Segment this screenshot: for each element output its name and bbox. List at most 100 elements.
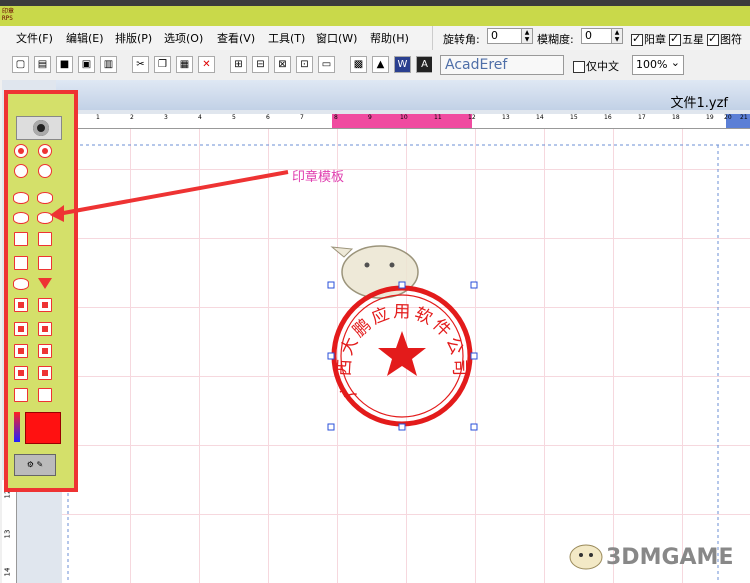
preview-icon[interactable]: ▣ bbox=[78, 56, 95, 73]
ruler-label: 18 bbox=[672, 114, 680, 121]
align-right-icon[interactable]: ⊠ bbox=[274, 56, 291, 73]
menu-layout[interactable]: 排版(P) bbox=[115, 30, 152, 46]
options-bar: 旋转角: 0 ▲▼ 模糊度: 0 ▲▼ 阳章 五星 图符 bbox=[432, 26, 750, 50]
menu-edit[interactable]: 编辑(E) bbox=[66, 30, 104, 46]
square-seal-template-icon[interactable] bbox=[38, 256, 52, 270]
square-seal-template-icon[interactable] bbox=[38, 298, 52, 312]
square-seal-template-icon[interactable] bbox=[14, 256, 28, 270]
tufu-label: 图符 bbox=[720, 33, 742, 46]
word-icon[interactable]: W bbox=[394, 56, 411, 73]
ruler-label: 11 bbox=[434, 114, 442, 121]
print-icon[interactable]: ▥ bbox=[100, 56, 117, 73]
oval-seal-template-icon[interactable] bbox=[37, 212, 53, 224]
selection-handle[interactable] bbox=[470, 281, 478, 289]
ruler-label: 10 bbox=[400, 114, 408, 121]
checkbox-checked-icon bbox=[707, 32, 719, 46]
round-seal-template-icon[interactable] bbox=[38, 164, 52, 178]
grid-seal-template-icon[interactable] bbox=[14, 232, 28, 246]
square-seal-template-icon[interactable] bbox=[14, 322, 28, 336]
delete-icon[interactable]: ✕ bbox=[198, 56, 215, 73]
ruler-label: 5 bbox=[232, 114, 236, 121]
document-tab[interactable]: 文件1.yzf bbox=[56, 80, 750, 111]
square-seal-template-icon[interactable] bbox=[38, 366, 52, 380]
star-icon bbox=[378, 331, 426, 376]
ruler-label: 14 bbox=[536, 114, 544, 121]
selection-handle[interactable] bbox=[470, 352, 478, 360]
ruler-label: 16 bbox=[604, 114, 612, 121]
oval-seal-template-icon[interactable] bbox=[37, 192, 53, 204]
square-seal-template-icon[interactable] bbox=[14, 366, 28, 380]
blur-label: 模糊度: bbox=[537, 33, 574, 46]
misc-tools-icon[interactable]: ⚙ ✎ bbox=[14, 454, 56, 476]
grid-seal-template-icon[interactable] bbox=[38, 232, 52, 246]
spin-arrows-icon[interactable]: ▲ ▼ bbox=[611, 29, 622, 43]
annotation-label: 印章模板 bbox=[292, 170, 345, 185]
rect-seal-template-icon[interactable] bbox=[14, 388, 28, 402]
spin-arrows-icon[interactable]: ▲ ▼ bbox=[521, 29, 532, 43]
round-seal-template-icon[interactable] bbox=[14, 144, 28, 158]
blur-spinner[interactable]: 0 ▲ ▼ bbox=[581, 28, 623, 44]
save-icon[interactable]: ■ bbox=[56, 56, 73, 73]
toolbar: ▢ ▤ ■ ▣ ▥ ✂ ❐ ▦ ✕ ⊞ ⊟ ⊠ ⊡ ▭ ▩ ▲ W A bbox=[0, 50, 433, 80]
wuxing-label: 五星 bbox=[682, 33, 704, 46]
menu-file[interactable]: 文件(F) bbox=[16, 30, 53, 46]
yinzhang-checkbox[interactable]: 阳章 bbox=[631, 31, 666, 47]
align-center-icon[interactable]: ⊟ bbox=[252, 56, 269, 73]
horizontal-ruler[interactable]: 1 2 3 4 5 6 7 8 9 10 11 12 13 14 15 16 1… bbox=[54, 114, 750, 129]
triangle-seal-template-icon[interactable] bbox=[38, 276, 52, 290]
ruler-label: 21 bbox=[740, 114, 748, 121]
copy-icon[interactable]: ❐ bbox=[154, 56, 171, 73]
only-chinese-label: 仅中文 bbox=[586, 60, 619, 73]
zoom-select[interactable]: 100% bbox=[632, 54, 684, 75]
rotate-label: 旋转角: bbox=[443, 33, 480, 46]
document-title: 文件1.yzf bbox=[670, 96, 729, 111]
square-seal-template-icon[interactable] bbox=[38, 322, 52, 336]
menu-window[interactable]: 窗口(W) bbox=[316, 30, 357, 46]
only-chinese-checkbox[interactable]: 仅中文 bbox=[573, 58, 619, 74]
seal-stamp[interactable]: 广西大鹏应用软件公司 bbox=[331, 285, 473, 427]
menu-help[interactable]: 帮助(H) bbox=[370, 30, 409, 46]
menu-options[interactable]: 选项(O) bbox=[164, 30, 203, 46]
selection-handle[interactable] bbox=[470, 423, 478, 431]
selection-handle[interactable] bbox=[398, 423, 406, 431]
diamond-seal-template-icon[interactable] bbox=[13, 278, 29, 290]
align-left-icon[interactable]: ⊞ bbox=[230, 56, 247, 73]
ruler-label: 19 bbox=[706, 114, 714, 121]
eye-preview-icon[interactable] bbox=[16, 116, 62, 140]
font-bar: AcadEref 仅中文 100% bbox=[432, 50, 750, 80]
square-seal-template-icon[interactable] bbox=[38, 344, 52, 358]
vertical-ruler[interactable]: 12 13 14 bbox=[2, 480, 17, 583]
color-swatch[interactable] bbox=[25, 412, 61, 444]
align-top-icon[interactable]: ⊡ bbox=[296, 56, 313, 73]
paste-icon[interactable]: ▦ bbox=[176, 56, 193, 73]
blur-value: 0 bbox=[585, 29, 592, 42]
open-icon[interactable]: ▤ bbox=[34, 56, 51, 73]
selection-handle[interactable] bbox=[327, 281, 335, 289]
selection-handle[interactable] bbox=[327, 423, 335, 431]
selection-handle[interactable] bbox=[327, 352, 335, 360]
round-seal-template-icon[interactable] bbox=[14, 164, 28, 178]
rotate-spinner[interactable]: 0 ▲ ▼ bbox=[487, 28, 533, 44]
checkbox-unchecked-icon bbox=[573, 61, 585, 73]
oval-seal-template-icon[interactable] bbox=[13, 192, 29, 204]
export-icon[interactable]: ▲ bbox=[372, 56, 389, 73]
rect-seal-template-icon[interactable] bbox=[38, 388, 52, 402]
round-seal-template-icon[interactable] bbox=[38, 144, 52, 158]
menu-view[interactable]: 查看(V) bbox=[217, 30, 255, 46]
align-bottom-icon[interactable]: ▭ bbox=[318, 56, 335, 73]
text-icon[interactable]: A bbox=[416, 56, 433, 73]
wuxing-checkbox[interactable]: 五星 bbox=[669, 31, 704, 47]
square-seal-template-icon[interactable] bbox=[14, 344, 28, 358]
oval-seal-template-icon[interactable] bbox=[13, 212, 29, 224]
image-icon[interactable]: ▩ bbox=[350, 56, 367, 73]
new-icon[interactable]: ▢ bbox=[12, 56, 29, 73]
square-seal-template-icon[interactable] bbox=[14, 298, 28, 312]
design-canvas[interactable]: 广西大鹏应用软件公司 bbox=[62, 129, 750, 583]
selection-handle[interactable] bbox=[398, 281, 406, 289]
menu-tools[interactable]: 工具(T) bbox=[268, 30, 305, 46]
ruler-label: 17 bbox=[638, 114, 646, 121]
tufu-checkbox[interactable]: 图符 bbox=[707, 31, 742, 47]
cut-icon[interactable]: ✂ bbox=[132, 56, 149, 73]
font-select[interactable]: AcadEref bbox=[440, 55, 564, 75]
color-gradient-bar[interactable] bbox=[14, 412, 20, 442]
